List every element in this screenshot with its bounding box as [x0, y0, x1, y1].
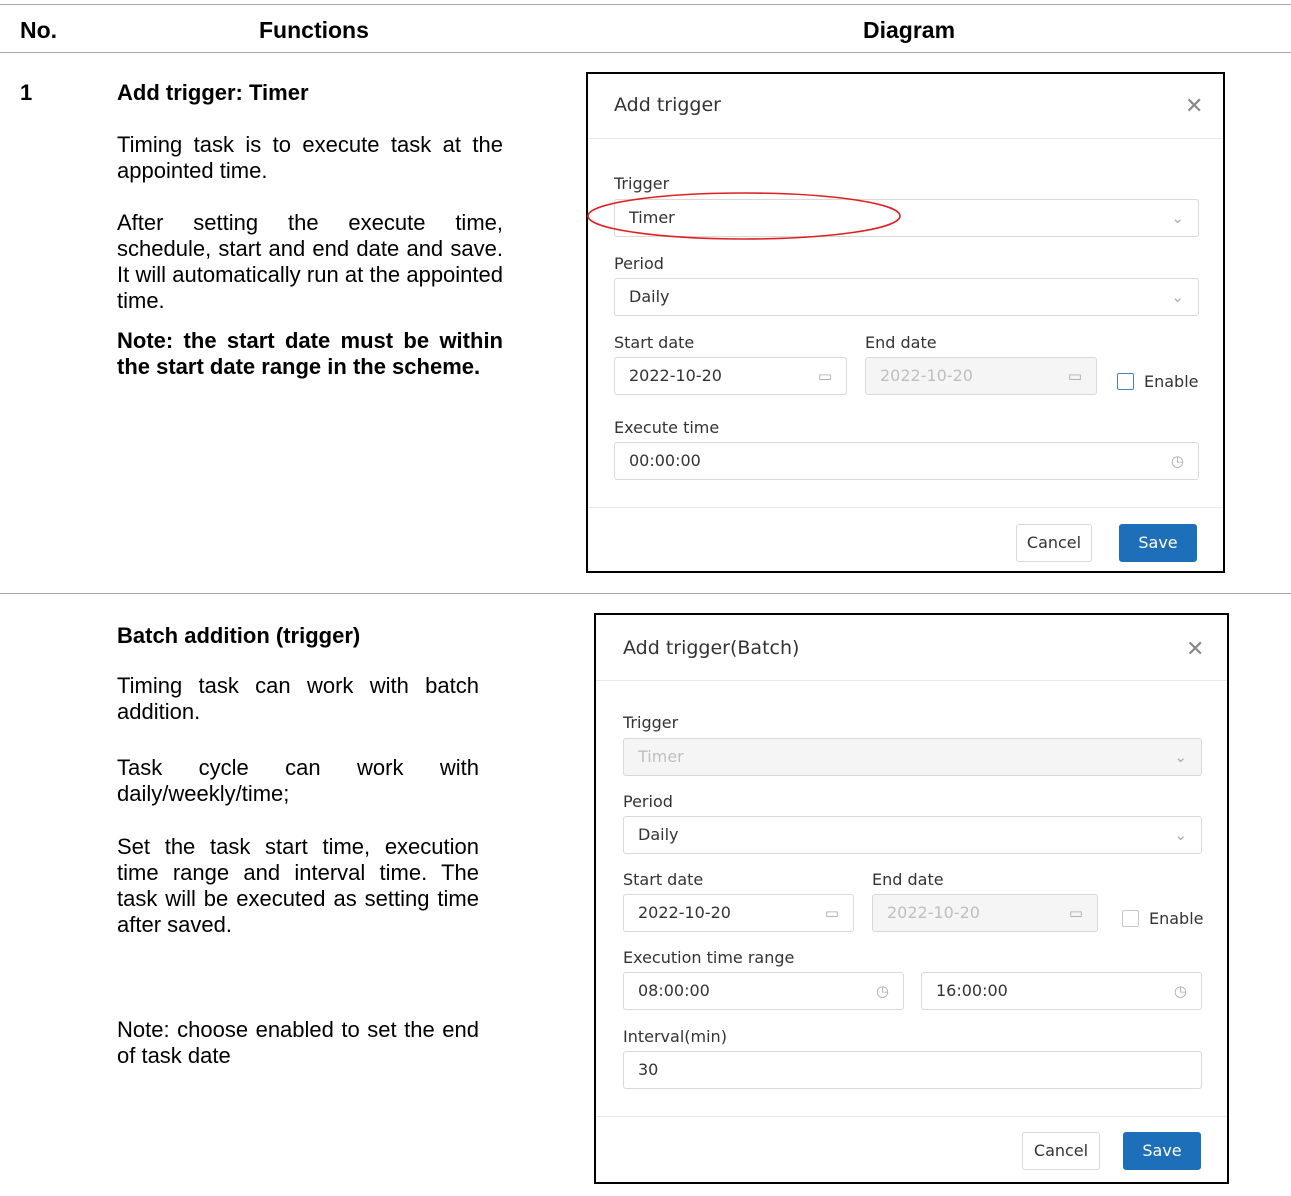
start-date-input[interactable]: 2022-10-20 ▭: [623, 894, 854, 932]
calendar-icon: ▭: [1067, 367, 1082, 385]
enable-label: Enable: [1144, 372, 1199, 391]
period-label: Period: [623, 792, 673, 811]
dialog-title: Add trigger: [614, 94, 721, 116]
enable-label: Enable: [1149, 909, 1204, 928]
range-start-value: 08:00:00: [638, 981, 710, 1000]
start-date-label: Start date: [623, 870, 704, 889]
chevron-down-icon: ⌄: [1174, 826, 1187, 844]
trigger-value: Timer: [629, 208, 675, 227]
enable-checkbox[interactable]: [1122, 910, 1139, 927]
chevron-down-icon: ⌄: [1174, 748, 1187, 766]
row-number: 1: [20, 80, 33, 105]
table-top-rule: [0, 4, 1291, 5]
execute-time-label: Execute time: [614, 418, 720, 437]
cancel-button[interactable]: Cancel: [1016, 524, 1092, 562]
start-date-input[interactable]: 2022-10-20 ▭: [614, 357, 847, 395]
interval-label: Interval(min): [623, 1027, 727, 1046]
period-label: Period: [614, 254, 664, 273]
calendar-icon: ▭: [1068, 904, 1083, 922]
function-paragraph: Task cycle can work with daily/weekly/ti…: [117, 755, 479, 806]
function-title: Add trigger: Timer: [117, 80, 309, 105]
close-icon[interactable]: ✕: [1185, 94, 1203, 119]
calendar-icon: ▭: [817, 367, 832, 385]
function-paragraph: Timing task can work with batch addition…: [117, 673, 479, 724]
header-diagram: Diagram: [863, 17, 956, 43]
chevron-down-icon: ⌄: [1171, 288, 1184, 306]
period-select[interactable]: Daily ⌄: [623, 816, 1202, 854]
dialog-title: Add trigger(Batch): [623, 637, 800, 659]
dialog-footer-divider: [588, 507, 1223, 508]
function-paragraph: Timing task is to execute task at the ap…: [117, 132, 503, 183]
enable-checkbox[interactable]: [1117, 373, 1134, 390]
function-paragraph: After setting the execute time, schedule…: [117, 210, 503, 313]
range-start-time-input[interactable]: 08:00:00 ◷: [623, 972, 904, 1010]
range-end-value: 16:00:00: [936, 981, 1008, 1000]
end-date-label: End date: [872, 870, 944, 889]
trigger-value: Timer: [638, 747, 684, 766]
end-date-label: End date: [865, 333, 937, 352]
row-divider: [0, 593, 1291, 594]
start-date-value: 2022-10-20: [638, 903, 731, 922]
chevron-down-icon: ⌄: [1171, 209, 1184, 227]
end-date-input: 2022-10-20 ▭: [872, 894, 1098, 932]
function-paragraph: Set the task start time, execution time …: [117, 834, 479, 937]
add-trigger-dialog: Add trigger ✕ Trigger Timer ⌄ Period Dai…: [586, 72, 1225, 573]
range-end-time-input[interactable]: 16:00:00 ◷: [921, 972, 1202, 1010]
execute-time-input[interactable]: 00:00:00 ◷: [614, 442, 1199, 480]
end-date-value: 2022-10-20: [880, 366, 973, 385]
clock-icon: ◷: [1173, 982, 1187, 1000]
trigger-select[interactable]: Timer ⌄: [614, 199, 1199, 237]
start-date-value: 2022-10-20: [629, 366, 722, 385]
trigger-label: Trigger: [623, 713, 679, 732]
end-date-input: 2022-10-20 ▭: [865, 357, 1097, 395]
cancel-button[interactable]: Cancel: [1022, 1132, 1100, 1170]
dialog-header-divider: [588, 138, 1223, 139]
end-date-value: 2022-10-20: [887, 903, 980, 922]
header-functions: Functions: [259, 17, 369, 43]
interval-input[interactable]: 30: [623, 1051, 1202, 1089]
function-title: Batch addition (trigger): [117, 623, 361, 648]
trigger-label: Trigger: [614, 174, 670, 193]
trigger-select: Timer ⌄: [623, 738, 1202, 776]
clock-icon: ◷: [875, 982, 889, 1000]
interval-value: 30: [638, 1060, 659, 1079]
save-button[interactable]: Save: [1119, 524, 1197, 562]
function-note: Note: choose enabled to set the end of t…: [117, 1017, 479, 1068]
period-select[interactable]: Daily ⌄: [614, 278, 1199, 316]
save-button[interactable]: Save: [1123, 1132, 1201, 1170]
close-icon[interactable]: ✕: [1186, 637, 1204, 662]
clock-icon: ◷: [1170, 452, 1184, 470]
add-trigger-batch-dialog: Add trigger(Batch) ✕ Trigger Timer ⌄ Per…: [594, 613, 1229, 1184]
function-note: Note: the start date must be within the …: [117, 328, 503, 379]
start-date-label: Start date: [614, 333, 695, 352]
calendar-icon: ▭: [824, 904, 839, 922]
dialog-footer-divider: [596, 1116, 1227, 1117]
header-no: No.: [20, 17, 58, 43]
execution-time-range-label: Execution time range: [623, 948, 795, 967]
execute-time-value: 00:00:00: [629, 451, 701, 470]
period-value: Daily: [629, 287, 670, 306]
period-value: Daily: [638, 825, 679, 844]
dialog-header-divider: [596, 680, 1227, 681]
header-bottom-rule: [0, 52, 1291, 53]
